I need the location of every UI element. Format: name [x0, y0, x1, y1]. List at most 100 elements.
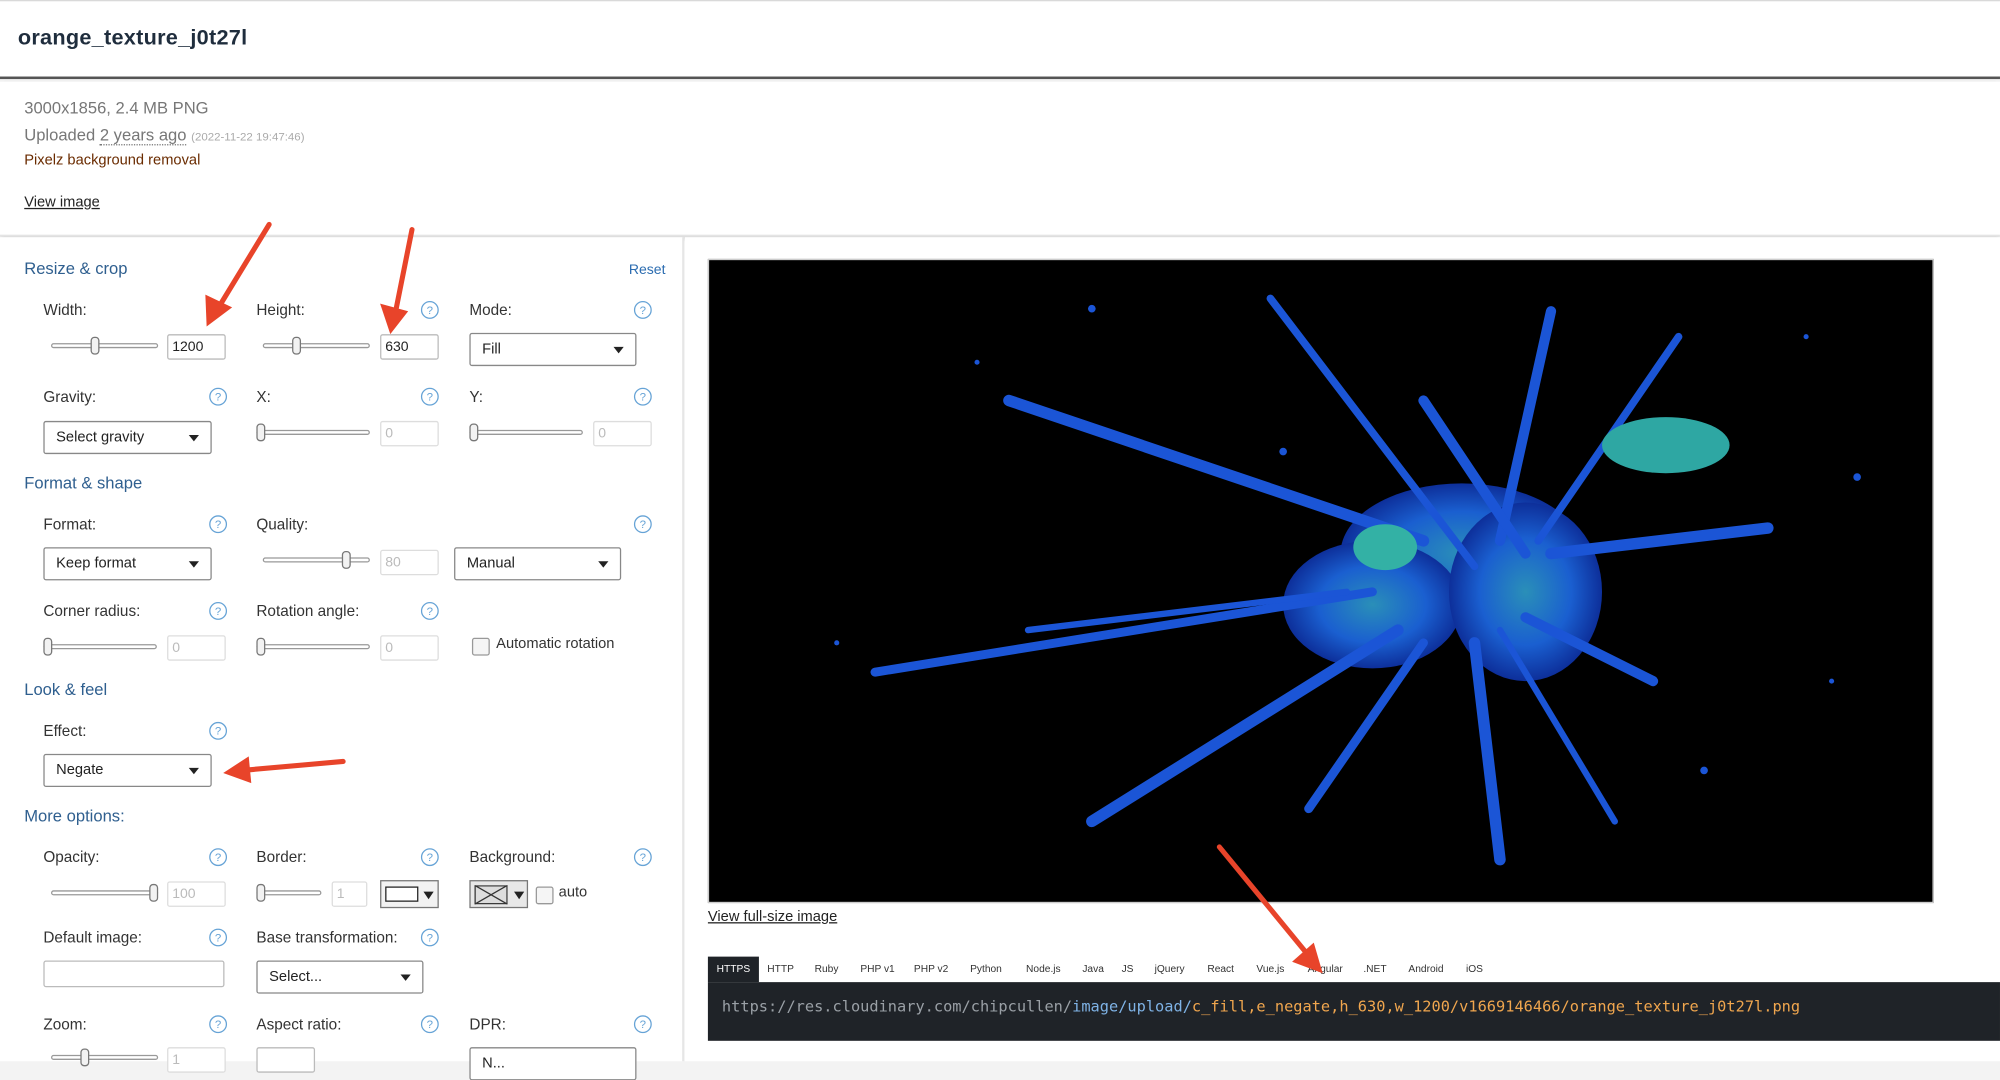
height-help-icon[interactable]: ?	[420, 301, 439, 319]
slider-thumb[interactable]	[292, 336, 302, 355]
format-label: Format:	[43, 515, 97, 534]
auto-rotation-label: Automatic rotation	[496, 636, 615, 652]
tab-angular[interactable]: Angular	[1300, 957, 1351, 983]
zoom-label: Zoom:	[43, 1015, 87, 1034]
slider-thumb[interactable]	[90, 336, 100, 355]
base-transformation-select[interactable]: Select...	[256, 960, 424, 994]
quality-help-icon[interactable]: ?	[633, 515, 652, 534]
slider-thumb[interactable]	[256, 637, 266, 656]
tab-ruby[interactable]: Ruby	[805, 957, 848, 983]
slider-thumb[interactable]	[341, 551, 351, 569]
border-slider[interactable]	[256, 883, 322, 902]
dpr-label: DPR:	[469, 1015, 506, 1034]
dpr-help-icon[interactable]: ?	[633, 1015, 652, 1034]
section-resize-crop: Resize & crop	[24, 258, 128, 279]
mode-label: Mode:	[469, 301, 512, 319]
rotation-help-icon[interactable]: ?	[420, 602, 439, 620]
chevron-down-icon	[188, 767, 199, 775]
quality-mode-select[interactable]: Manual	[454, 547, 622, 581]
mode-select[interactable]: Fill	[469, 332, 637, 367]
y-label: Y:	[469, 387, 484, 406]
chevron-down-icon	[598, 561, 609, 568]
default-image-help-icon[interactable]: ?	[209, 928, 228, 947]
background-color-picker[interactable]	[469, 880, 529, 909]
auto-rotation-checkbox[interactable]	[471, 637, 490, 656]
background-help-icon[interactable]: ?	[633, 848, 652, 867]
tab-jquery[interactable]: jQuery	[1144, 957, 1195, 983]
y-slider[interactable]	[469, 423, 583, 442]
mode-help-icon[interactable]: ?	[633, 301, 652, 319]
effect-select[interactable]: Negate	[43, 753, 212, 787]
aspect-ratio-help-icon[interactable]: ?	[420, 1015, 439, 1034]
quality-label: Quality:	[256, 515, 309, 534]
tab-nodejs[interactable]: Node.js	[1017, 957, 1071, 983]
rotation-slider[interactable]	[256, 637, 370, 656]
y-help-icon[interactable]: ?	[633, 387, 652, 406]
slider-thumb[interactable]	[256, 883, 266, 902]
height-input[interactable]	[380, 334, 439, 360]
pixelz-link[interactable]: Pixelz background removal	[24, 153, 200, 168]
tab-android[interactable]: Android	[1399, 957, 1453, 983]
height-label: Height:	[256, 301, 305, 319]
rotation-input[interactable]	[380, 635, 439, 661]
quality-input[interactable]	[380, 549, 439, 576]
uploaded-ago: 2 years ago	[99, 124, 187, 146]
default-image-input[interactable]	[43, 960, 225, 988]
width-label: Width:	[43, 301, 87, 319]
opacity-input[interactable]	[167, 881, 226, 907]
tab-vuejs[interactable]: Vue.js	[1249, 957, 1292, 983]
transformed-image-preview[interactable]	[707, 258, 1934, 904]
chevron-down-icon	[400, 974, 411, 981]
slider-thumb[interactable]	[149, 883, 159, 902]
base-transformation-value: Select...	[269, 969, 323, 985]
tab-php-v2[interactable]: PHP v2	[907, 957, 955, 983]
y-input[interactable]	[593, 420, 652, 447]
tab-js[interactable]: JS	[1116, 957, 1139, 983]
tab-react[interactable]: React	[1200, 957, 1241, 983]
format-help-icon[interactable]: ?	[209, 515, 228, 534]
delivery-url[interactable]: https://res.cloudinary.com/chipcullen/im…	[722, 997, 1800, 1015]
tab-ios[interactable]: iOS	[1460, 957, 1488, 983]
corner-radius-help-icon[interactable]: ?	[209, 602, 228, 620]
background-auto-checkbox[interactable]	[535, 886, 554, 905]
x-slider[interactable]	[256, 423, 370, 442]
border-color-picker[interactable]	[380, 880, 439, 909]
format-select[interactable]: Keep format	[43, 547, 212, 581]
view-image-link[interactable]: View image	[24, 195, 100, 210]
tab-http[interactable]: HTTP	[759, 957, 802, 983]
slider-thumb[interactable]	[469, 423, 479, 442]
border-help-icon[interactable]: ?	[420, 848, 439, 867]
tab-java[interactable]: Java	[1075, 957, 1111, 983]
dpr-select[interactable]: N...	[469, 1047, 637, 1080]
zoom-help-icon[interactable]: ?	[209, 1015, 228, 1034]
gravity-help-icon[interactable]: ?	[209, 387, 228, 406]
tab-https[interactable]: HTTPS	[707, 956, 759, 983]
corner-radius-slider[interactable]	[43, 637, 157, 656]
gravity-select[interactable]: Select gravity	[43, 420, 212, 455]
opacity-slider[interactable]	[51, 883, 159, 902]
x-help-icon[interactable]: ?	[420, 387, 439, 406]
zoom-input[interactable]	[167, 1047, 226, 1073]
x-input[interactable]	[380, 420, 439, 447]
border-width-input[interactable]	[331, 881, 368, 907]
width-slider[interactable]	[51, 336, 159, 355]
base-transformation-help-icon[interactable]: ?	[420, 928, 439, 947]
slider-thumb[interactable]	[43, 637, 53, 656]
reset-link[interactable]: Reset	[629, 263, 666, 278]
view-full-size-link[interactable]: View full-size image	[708, 909, 837, 924]
slider-thumb[interactable]	[80, 1048, 90, 1067]
tab-python[interactable]: Python	[960, 957, 1011, 983]
effect-help-icon[interactable]: ?	[209, 721, 228, 740]
aspect-ratio-input[interactable]	[256, 1047, 316, 1073]
tab-php-v1[interactable]: PHP v1	[853, 957, 901, 983]
quality-slider[interactable]	[262, 551, 370, 569]
height-slider[interactable]	[262, 336, 370, 355]
width-input[interactable]	[167, 334, 226, 360]
tab-dotnet[interactable]: .NET	[1358, 957, 1391, 983]
opacity-help-icon[interactable]: ?	[209, 848, 228, 867]
asset-info-panel	[0, 81, 2000, 236]
zoom-slider[interactable]	[51, 1048, 159, 1067]
slider-thumb[interactable]	[256, 423, 266, 442]
page-header	[0, 0, 2000, 80]
corner-radius-input[interactable]	[167, 635, 226, 661]
